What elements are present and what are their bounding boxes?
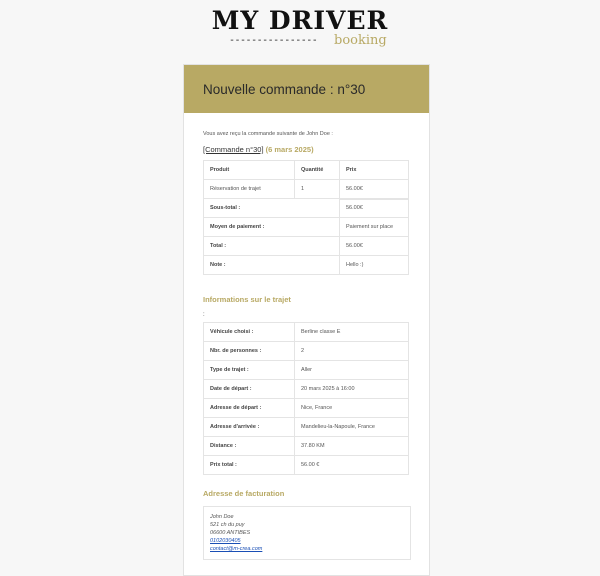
billing-city: 06600 ANTIBES — [210, 530, 251, 536]
billing-name: John Doe — [210, 514, 234, 520]
order-heading: [Commande n°30] (6 mars 2025) — [203, 145, 410, 154]
email-card: Nouvelle commande : n°30 Vous avez reçu … — [183, 64, 430, 576]
trip-value: Nice, France — [294, 398, 409, 418]
billing-email-link[interactable]: contact@m-crea.com — [210, 546, 262, 552]
order-link[interactable]: [Commande n°30] — [203, 145, 264, 154]
trip-table: Véhicule choisi : Berline classe E Nbr. d… — [203, 322, 409, 475]
trip-value: Berline classe E — [294, 322, 409, 342]
intro-text: Vous avez reçu la commande suivante de J… — [203, 131, 333, 137]
trip-label: Nbr. de personnes : — [203, 341, 295, 361]
trip-value: 56.00 € — [294, 455, 409, 475]
email-content: Vous avez reçu la commande suivante de J… — [184, 113, 429, 560]
col-quantity: Quantité — [294, 160, 340, 180]
trip-value: 20 mars 2025 à 16:00 — [294, 379, 409, 399]
logo-title: MY DRIVER — [211, 6, 389, 35]
billing-section-title: Adresse de facturation — [203, 489, 285, 498]
item-product: Réservation de trajet — [203, 179, 295, 199]
trip-label: Type de trajet : — [203, 360, 295, 380]
billing-address: John Doe 521 ch du puy 06600 ANTIBES 010… — [203, 506, 411, 560]
logo-subtitle: booking — [334, 33, 387, 48]
table-row: Prix total :56.00 € — [203, 455, 409, 475]
trip-label: Prix total : — [203, 455, 295, 475]
trip-label: Adresse d'arrivée : — [203, 417, 295, 437]
trip-label: Date de départ : — [203, 379, 295, 399]
email-title: Nouvelle commande : n°30 — [203, 81, 366, 97]
col-product: Produit — [203, 160, 295, 180]
table-row: Total : 56.00€ — [203, 236, 409, 256]
trip-value: Aller — [294, 360, 409, 380]
total-value: 56.00€ — [339, 236, 409, 256]
billing-phone-link[interactable]: 0102030405 — [210, 538, 241, 544]
trip-value: Mandelieu-la-Napoule, France — [294, 417, 409, 437]
order-table: Produit Quantité Prix Réservation de tra… — [203, 160, 409, 275]
table-row: Distance :37.80 KM — [203, 436, 409, 456]
item-price: 56.00€ — [339, 179, 409, 199]
table-row: Date de départ :20 mars 2025 à 16:00 — [203, 379, 409, 399]
order-date: (6 mars 2025) — [265, 145, 314, 154]
table-row: Adresse de départ : Nice, France — [203, 398, 409, 418]
table-row: Sous-total : 56.00€ — [203, 197, 409, 218]
subtotal-value: 56.00€ — [339, 197, 409, 218]
logo-dashes: ---------------- — [229, 35, 318, 46]
table-row: Nbr. de personnes :2 — [203, 341, 409, 361]
trip-value: 37.80 KM — [294, 436, 409, 456]
brand-logo: MY DRIVER ---------------- booking — [0, 0, 600, 64]
billing-street: 521 ch du puy — [210, 522, 245, 528]
trip-colon: : — [203, 312, 205, 318]
table-row: Adresse d'arrivée : Mandelieu-la-Napoule,… — [203, 417, 409, 437]
table-row: Véhicule choisi : Berline classe E — [203, 322, 409, 342]
trip-label: Adresse de départ : — [203, 398, 295, 418]
col-price: Prix — [339, 160, 409, 180]
email-header: Nouvelle commande : n°30 — [184, 65, 429, 113]
note-value: Hello :) — [339, 255, 409, 275]
trip-value: 2 — [294, 341, 409, 361]
total-label: Total : — [203, 236, 340, 256]
trip-label: Véhicule choisi : — [203, 322, 295, 342]
payment-label: Moyen de paiement : — [203, 217, 340, 237]
order-table-header: Produit Quantité Prix — [203, 160, 409, 180]
trip-label: Distance : — [203, 436, 295, 456]
table-row: Note : Hello :) — [203, 255, 409, 275]
table-row: Type de trajet : Aller — [203, 360, 409, 380]
note-label: Note : — [203, 255, 340, 275]
item-quantity: 1 — [294, 179, 340, 199]
table-row: Réservation de trajet 1 56.00€ — [203, 179, 409, 199]
payment-value: Paiement sur place — [339, 217, 409, 237]
subtotal-label: Sous-total : — [203, 198, 340, 218]
table-row: Moyen de paiement : Paiement sur place — [203, 217, 409, 237]
trip-section-title: Informations sur le trajet — [203, 295, 291, 304]
